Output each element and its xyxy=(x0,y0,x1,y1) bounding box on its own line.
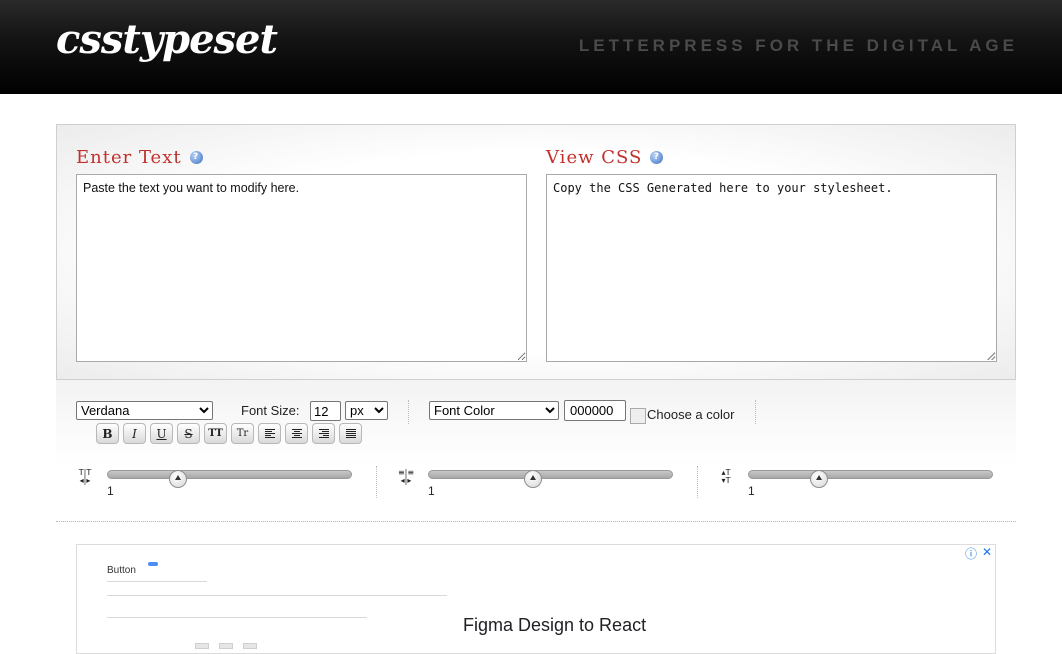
font-size-input[interactable] xyxy=(310,401,341,421)
view-css-column: View CSS ? Copy the CSS Generated here t… xyxy=(546,143,997,362)
divider xyxy=(755,400,756,424)
font-family-select[interactable]: Verdana xyxy=(76,401,213,420)
css-output-wrapper: Copy the CSS Generated here to your styl… xyxy=(546,174,997,362)
italic-button[interactable]: I xyxy=(123,423,146,444)
site-header: csstypeset LETTERPRESS FOR THE DIGITAL A… xyxy=(0,0,1062,94)
choose-color-picker[interactable]: Choose a color xyxy=(630,406,735,424)
site-tagline: LETTERPRESS FOR THE DIGITAL AGE xyxy=(578,36,1018,55)
word-spacing-slider[interactable] xyxy=(428,470,673,488)
letter-spacing-icon: T|T ◂|▸ xyxy=(78,468,92,485)
slider-handle[interactable] xyxy=(809,470,828,488)
letter-spacing-value: 1 xyxy=(107,484,114,498)
color-picker-icon[interactable] xyxy=(630,408,646,424)
css-output-textarea[interactable]: Copy the CSS Generated here to your styl… xyxy=(546,174,997,362)
ad-close-icon[interactable]: ✕ xyxy=(982,545,992,559)
justify-icon xyxy=(345,429,356,438)
ad-thumb-title: Button xyxy=(107,565,136,576)
line-height-slider-group: ▴T ▾T 1 xyxy=(717,466,1017,500)
small-caps-button[interactable]: Tr xyxy=(231,423,254,444)
ad-info-icon[interactable]: ⓘ xyxy=(965,545,977,562)
align-left-icon xyxy=(264,429,275,438)
advertisement[interactable]: Button Figma Design to React ⓘ ✕ xyxy=(76,544,996,654)
enter-text-title: Enter Text xyxy=(76,146,182,168)
slider-handle[interactable] xyxy=(523,470,542,488)
letter-spacing-slider[interactable] xyxy=(107,470,352,488)
divider xyxy=(697,466,698,498)
align-right-icon xyxy=(318,429,329,438)
font-size-unit-select[interactable]: px xyxy=(345,401,388,420)
line-height-slider[interactable] xyxy=(748,470,993,488)
underline-button[interactable]: U xyxy=(150,423,173,444)
line-height-icon: ▴T ▾T xyxy=(721,468,731,485)
help-icon[interactable]: ? xyxy=(189,150,203,164)
strikethrough-button[interactable]: S xyxy=(177,423,200,444)
bold-button[interactable]: B xyxy=(96,423,119,444)
choose-color-label: Choose a color xyxy=(647,406,735,422)
align-right-button[interactable] xyxy=(312,423,335,444)
justify-button[interactable] xyxy=(339,423,362,444)
view-css-heading: View CSS ? xyxy=(546,143,997,171)
ad-thumb-line xyxy=(107,595,447,596)
uppercase-button[interactable]: TT xyxy=(204,423,227,444)
divider xyxy=(408,400,409,424)
align-left-button[interactable] xyxy=(258,423,281,444)
ad-headline[interactable]: Figma Design to React xyxy=(463,615,646,636)
format-toolbar: B I U S TT Tr xyxy=(96,423,362,444)
typography-controls: Verdana Font Size: px Font Color Choose … xyxy=(56,380,1016,522)
font-color-select[interactable]: Font Color xyxy=(429,401,559,420)
slider-handle[interactable] xyxy=(168,470,187,488)
word-spacing-icon: ≡|≡ ◂|▸ xyxy=(397,468,415,485)
divider xyxy=(376,466,377,498)
word-spacing-value: 1 xyxy=(428,484,435,498)
enter-text-textarea[interactable]: Paste the text you want to modify here. xyxy=(76,174,527,362)
enter-text-heading: Enter Text ? xyxy=(76,143,527,171)
letter-spacing-slider-group: T|T ◂|▸ 1 xyxy=(76,466,376,500)
color-hex-input[interactable] xyxy=(564,400,626,421)
font-size-label: Font Size: xyxy=(241,403,300,418)
ad-thumbnail: Button xyxy=(107,562,447,653)
resize-grip-icon[interactable] xyxy=(987,352,995,360)
align-center-button[interactable] xyxy=(285,423,308,444)
view-css-title: View CSS xyxy=(546,146,643,168)
ad-thumb-line xyxy=(107,617,367,618)
line-height-value: 1 xyxy=(748,484,755,498)
word-spacing-slider-group: ≡|≡ ◂|▸ 1 xyxy=(397,466,697,500)
enter-text-column: Enter Text ? Paste the text you want to … xyxy=(76,143,527,362)
ad-thumb-line xyxy=(107,581,207,582)
ad-thumb-badge xyxy=(148,562,158,566)
align-center-icon xyxy=(291,429,302,438)
editor-panel: Enter Text ? Paste the text you want to … xyxy=(56,124,1016,380)
help-icon[interactable]: ? xyxy=(650,150,664,164)
site-logo[interactable]: csstypeset xyxy=(56,16,278,63)
